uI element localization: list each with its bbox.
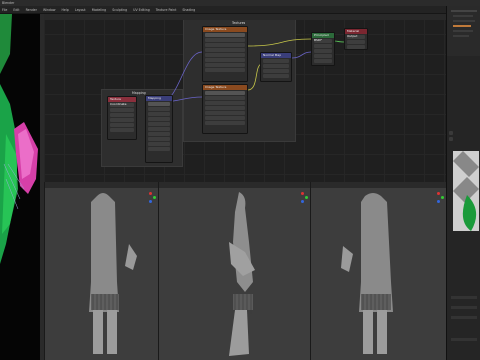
node-image-texture-1[interactable]: Image Texture [202,26,248,82]
node-image-texture-2-header: Image Texture [203,85,247,90]
dress-model-front [89,193,137,354]
dress-model-back [341,193,393,354]
shader-node-editor[interactable]: Mapping Textures Texture Coordinate Mapp… [44,14,446,182]
node-principled-bsdf[interactable]: Principled BSDF [311,32,335,66]
menu-file[interactable]: File [2,8,7,12]
workspace-tab-uv[interactable]: UV Editing [133,8,150,12]
node-image-texture-2[interactable]: Image Texture [202,84,248,134]
window-title: Blender [2,1,15,5]
workspace-tab-texture-paint[interactable]: Texture Paint [156,8,177,12]
menu-window[interactable]: Window [43,8,56,12]
material-preview [453,151,479,231]
viewport-side[interactable] [158,182,310,360]
menu-render[interactable]: Render [26,8,37,12]
node-bsdf-header: Principled BSDF [312,33,334,42]
node-mapping-header: Mapping [146,96,172,101]
node-image-texture-1-header: Image Texture [203,27,247,32]
node-output-header: Material Output [345,29,367,38]
viewport-back[interactable] [310,182,446,360]
properties-tab-icon[interactable] [449,137,453,141]
node-material-output[interactable]: Material Output [344,28,368,50]
node-mapping[interactable]: Mapping [145,95,173,163]
node-texture-coordinate[interactable]: Texture Coordinate [107,96,137,140]
node-texture-coordinate-header: Texture Coordinate [108,97,136,106]
dress-model-side [229,192,255,356]
left-3d-viewport[interactable] [0,14,40,360]
viewport-front[interactable] [44,182,158,360]
workspace-tab-layout[interactable]: Layout [75,8,86,12]
menu-edit[interactable]: Edit [13,8,19,12]
model-preview-image [0,14,38,264]
preview-checker-image [453,151,479,231]
menu-help[interactable]: Help [62,8,69,12]
workspace-tab-shading[interactable]: Shading [182,8,195,12]
outliner[interactable] [447,6,480,56]
node-editor-header [44,14,446,20]
menu-bar: File Edit Render Window Help Layout Mode… [0,6,480,14]
properties-panel[interactable] [446,6,480,360]
workspace-tab-sculpting[interactable]: Sculpting [112,8,127,12]
node-normal-map-header: Normal Map [261,53,291,58]
workspace-tab-modeling[interactable]: Modeling [92,8,107,12]
node-normal-map[interactable]: Normal Map [260,52,292,82]
properties-tab-icon[interactable] [449,131,453,135]
